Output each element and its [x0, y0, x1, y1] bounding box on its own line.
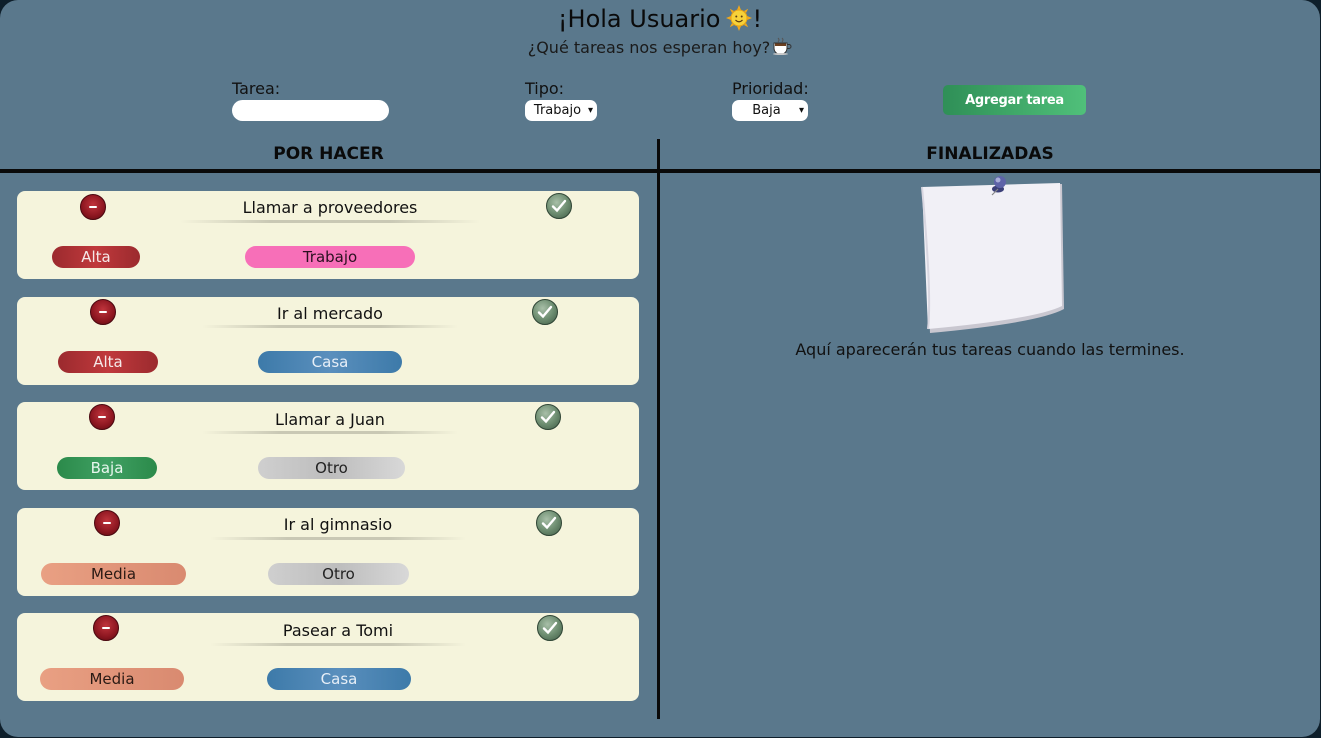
minus-icon [98, 416, 106, 418]
delete-task-button[interactable] [94, 510, 120, 536]
priority-badge: Media [41, 563, 186, 585]
task-card: Ir al mercado Alta Casa [17, 297, 639, 385]
delete-task-button[interactable] [93, 615, 119, 641]
column-divider [657, 139, 660, 719]
priority-badge: Media [40, 668, 184, 690]
check-icon [551, 199, 567, 213]
minus-icon [89, 206, 97, 208]
complete-task-button[interactable] [532, 299, 558, 325]
task-name: Ir al gimnasio [283, 515, 393, 534]
task-name: Llamar a proveedores [242, 198, 418, 217]
subtitle-text: ¿Qué tareas nos esperan hoy? [527, 38, 771, 57]
delete-task-button[interactable] [80, 194, 106, 220]
chevron-down-icon: ▾ [798, 105, 804, 116]
priority-select[interactable]: Baja ▾ [732, 100, 808, 121]
type-select-value: Trabajo [533, 103, 582, 118]
task-name: Llamar a Juan [275, 410, 385, 429]
done-empty-message: Aquí aparecerán tus tareas cuando las te… [795, 340, 1185, 359]
complete-task-button[interactable] [536, 510, 562, 536]
type-badge: Trabajo [245, 246, 415, 268]
page-title: ¡Hola Usuario ! [0, 4, 1320, 34]
priority-badge: Baja [57, 457, 157, 479]
check-icon [542, 621, 558, 635]
priority-select-value: Baja [752, 103, 781, 118]
task-name: Pasear a Tomi [282, 621, 394, 640]
page-subtitle: ¿Qué tareas nos esperan hoy? [0, 37, 1320, 59]
check-icon [540, 410, 556, 424]
task-card: Llamar a Juan Baja Otro [17, 402, 639, 490]
task-name-underline [180, 220, 480, 223]
minus-icon [102, 627, 110, 629]
priority-badge: Alta [52, 246, 140, 268]
delete-task-button[interactable] [89, 404, 115, 430]
task-name-underline [210, 643, 466, 646]
done-column-title: FINALIZADAS [926, 144, 1054, 164]
minus-icon [99, 311, 107, 313]
priority-badge: Alta [58, 351, 158, 373]
task-label: Tarea: [232, 79, 281, 98]
type-label: Tipo: [525, 79, 565, 98]
minus-icon [103, 522, 111, 524]
task-card: Ir al gimnasio Media Otro [17, 508, 639, 596]
delete-task-button[interactable] [90, 299, 116, 325]
type-badge: Casa [258, 351, 402, 373]
app-window: ¡Hola Usuario ! ¿Qué tareas nos esperan … [0, 0, 1320, 737]
task-card: Llamar a proveedores Alta Trabajo [17, 191, 639, 279]
priority-label: Prioridad: [732, 79, 809, 98]
task-card: Pasear a Tomi Media Casa [17, 613, 639, 701]
greeting-text: ¡Hola Usuario [557, 5, 721, 33]
task-name-underline [202, 431, 458, 434]
task-name-underline [202, 325, 458, 328]
type-badge: Otro [268, 563, 409, 585]
greeting-end: ! [752, 5, 763, 33]
chevron-down-icon: ▾ [587, 105, 593, 116]
check-icon [541, 516, 557, 530]
pinned-sticky-note-icon [921, 176, 1064, 333]
type-select[interactable]: Trabajo ▾ [525, 100, 597, 121]
task-input[interactable] [232, 100, 389, 121]
todo-column-title: POR HACER [273, 144, 384, 164]
complete-task-button[interactable] [546, 193, 572, 219]
type-badge: Casa [267, 668, 411, 690]
add-task-button[interactable]: Agregar tarea [943, 85, 1086, 115]
sun-icon [726, 5, 753, 31]
check-icon [537, 305, 553, 319]
header-divider [0, 169, 1320, 173]
complete-task-button[interactable] [535, 404, 561, 430]
type-badge: Otro [258, 457, 405, 479]
task-name-underline [210, 537, 466, 540]
coffee-cup-icon [773, 37, 792, 55]
task-name: Ir al mercado [277, 304, 383, 323]
complete-task-button[interactable] [537, 615, 563, 641]
